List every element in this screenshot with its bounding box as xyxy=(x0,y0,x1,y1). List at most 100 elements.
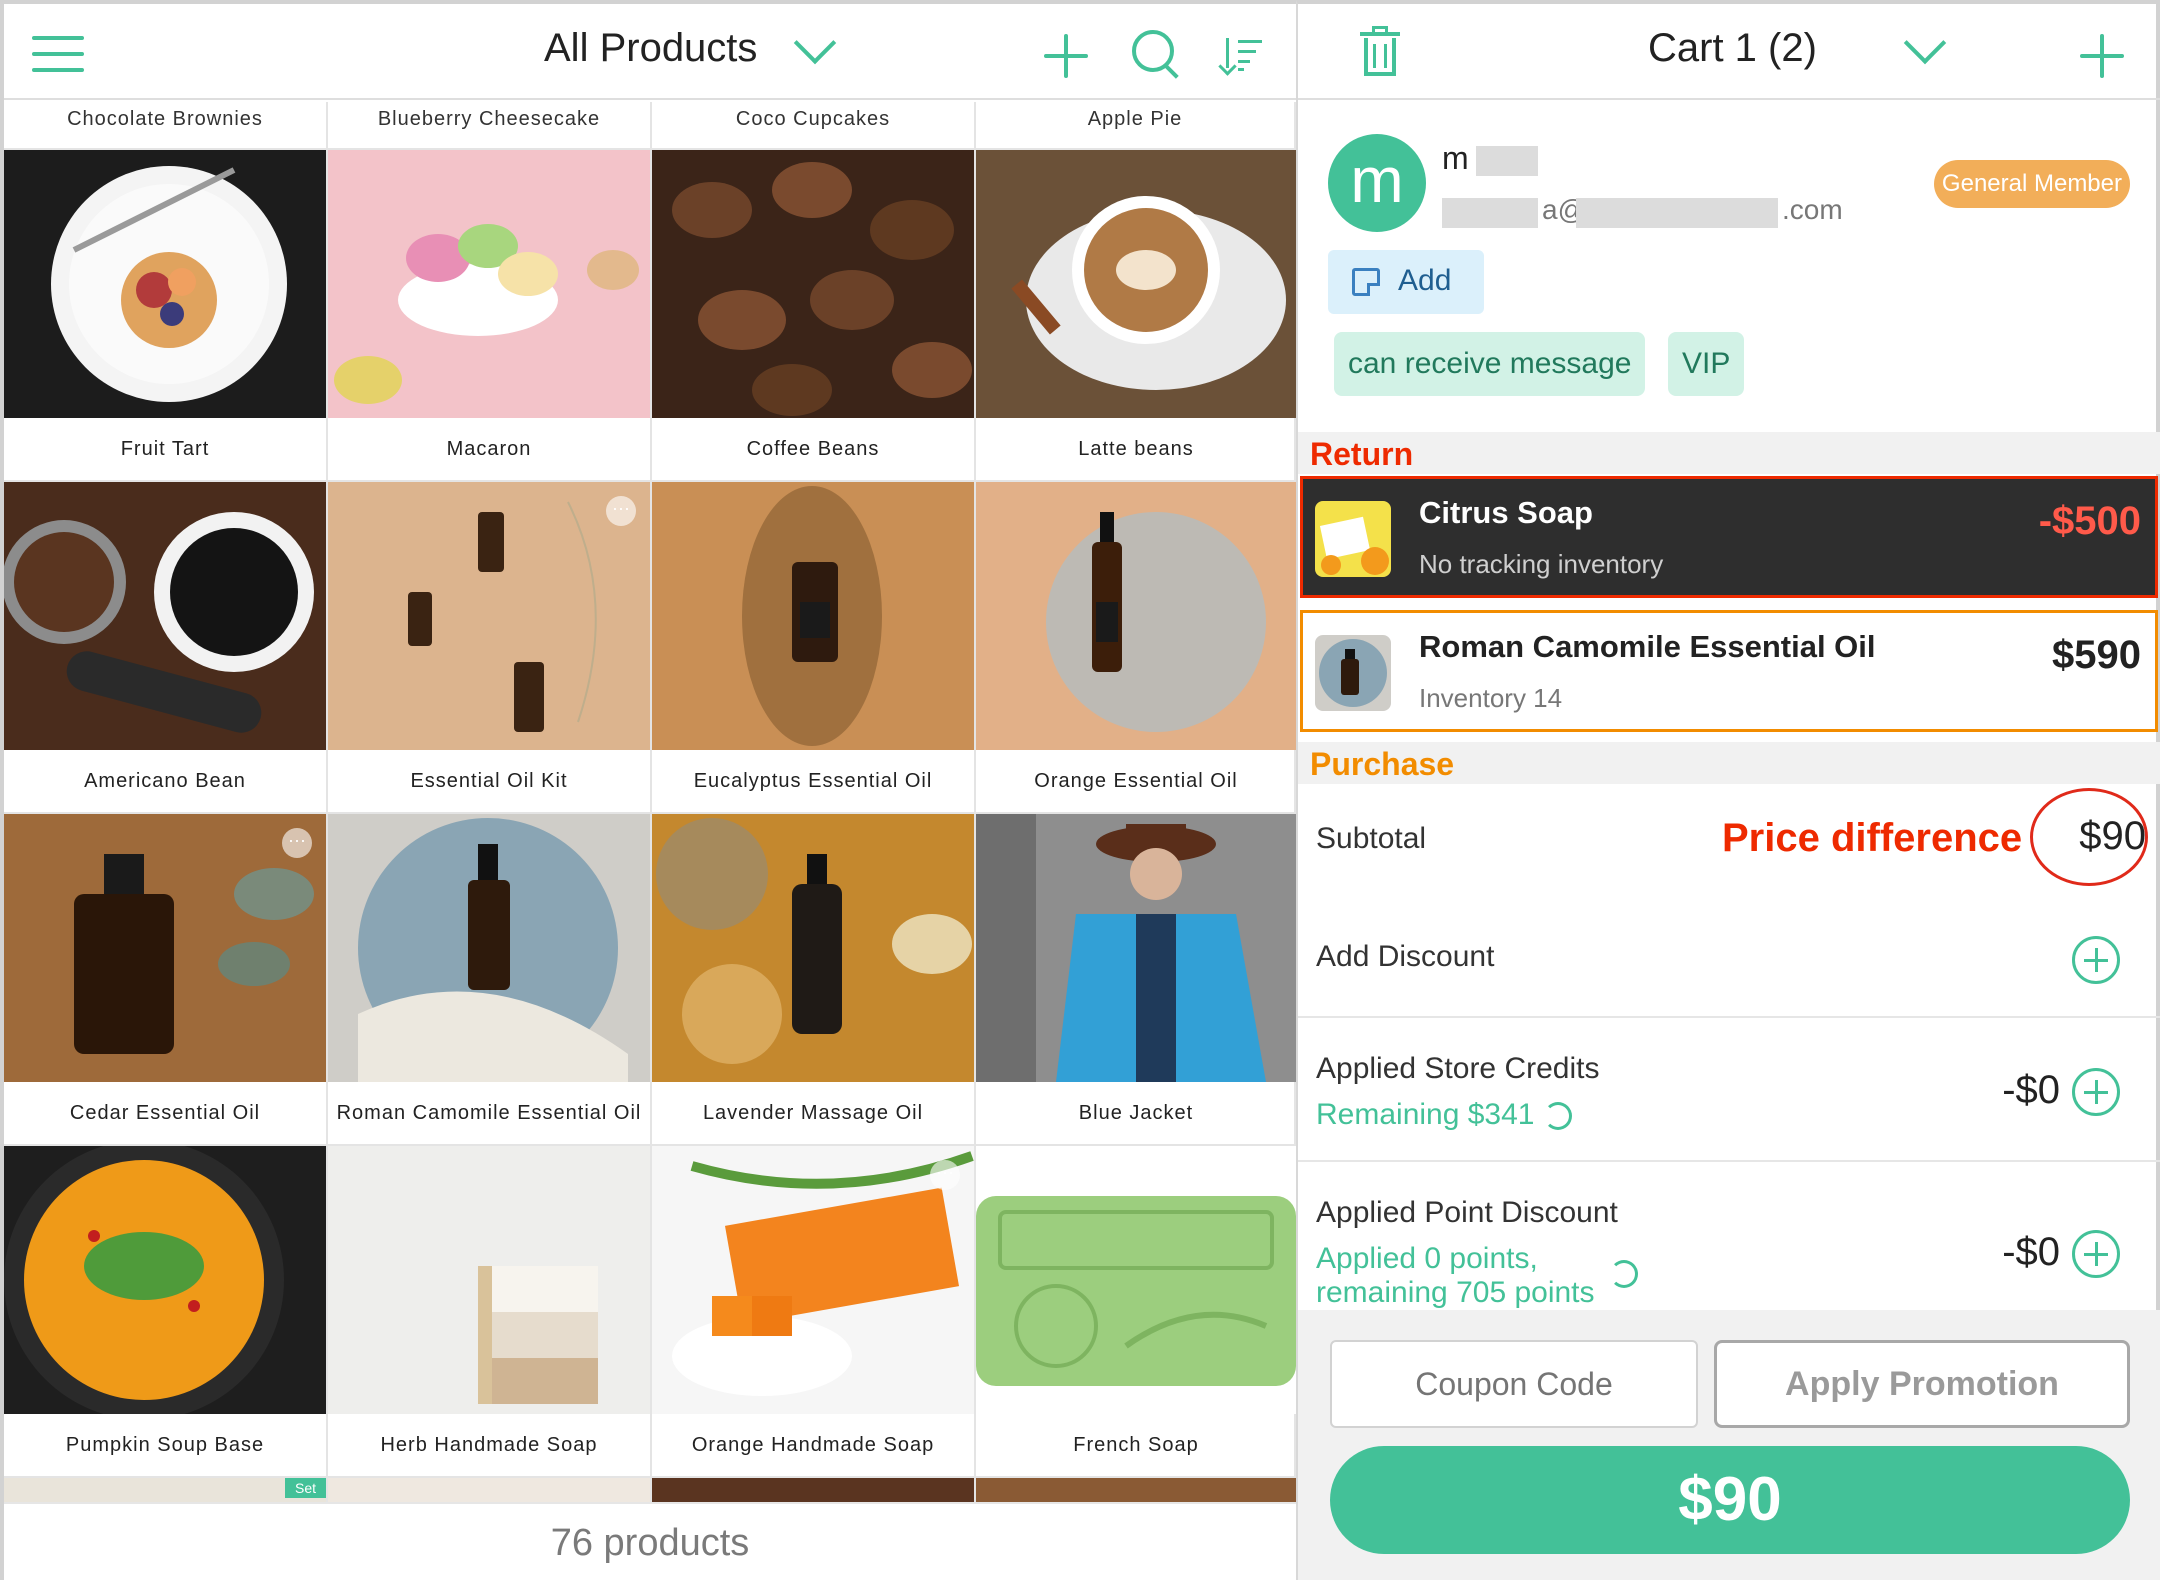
more-options-icon[interactable]: ··· xyxy=(606,496,636,526)
store-credit-label: Applied Store Credits xyxy=(1316,1052,1600,1085)
subtotal-row: Subtotal Price difference $90 xyxy=(1298,784,2160,898)
store-credit-value: -$0 xyxy=(2002,1068,2060,1112)
product-tile-french-soap[interactable]: ··· French Soap xyxy=(976,1146,1296,1478)
store-credit-remaining-text: Remaining $341 xyxy=(1316,1098,1535,1131)
product-tile-lavender-massage-oil[interactable]: Lavender Massage Oil xyxy=(652,814,976,1146)
product-image xyxy=(652,482,974,750)
product-tile-blue-jacket[interactable]: Blue Jacket xyxy=(976,814,1296,1146)
product-footer: 76 products xyxy=(4,1502,1296,1580)
chevron-down-icon[interactable] xyxy=(1902,34,1946,62)
product-tile-partial[interactable]: Set xyxy=(4,1478,328,1502)
product-tile-macaron[interactable]: Macaron xyxy=(328,150,652,482)
cart-title[interactable]: Cart 1 (2) xyxy=(1648,26,1817,71)
add-discount-icon[interactable] xyxy=(2072,936,2120,984)
customer-name: m xyxy=(1442,140,1469,176)
product-tile-roman-camomile-essential-oil[interactable]: Roman Camomile Essential Oil xyxy=(328,814,652,1146)
product-image xyxy=(976,814,1296,1082)
item-subtitle: No tracking inventory xyxy=(1419,549,1664,579)
point-discount-row[interactable]: Applied Point Discount Applied 0 points,… xyxy=(1298,1162,2160,1310)
cart-panel: Cart 1 (2) m m a@ .com General Member Ad… xyxy=(1296,0,2160,1580)
return-section-header: Return xyxy=(1298,432,2160,474)
product-image xyxy=(652,150,974,418)
add-point-discount-icon[interactable] xyxy=(2072,1230,2120,1278)
product-name: Essential Oil Kit xyxy=(410,770,568,792)
product-category-title[interactable]: All Products xyxy=(544,26,757,71)
product-image xyxy=(976,1478,1296,1502)
add-note-button[interactable]: Add xyxy=(1328,250,1484,314)
points-applied: Applied 0 points, xyxy=(1316,1242,1538,1275)
product-label[interactable]: Blueberry Cheesecake xyxy=(328,102,652,150)
customer-tag[interactable]: can receive message xyxy=(1334,332,1646,396)
trash-icon[interactable] xyxy=(1360,26,1400,76)
menu-icon[interactable] xyxy=(32,36,84,72)
product-image xyxy=(976,482,1296,750)
add-discount-row[interactable]: Add Discount xyxy=(1298,898,2160,1018)
purchase-section-header: Purchase xyxy=(1298,742,2160,784)
product-image xyxy=(328,150,650,418)
more-options-icon[interactable]: ··· xyxy=(282,828,312,858)
product-image xyxy=(4,1478,326,1502)
product-tile-eucalyptus-essential-oil[interactable]: Eucalyptus Essential Oil xyxy=(652,482,976,814)
product-tile-partial[interactable] xyxy=(652,1478,976,1502)
product-name: Macaron xyxy=(446,438,532,460)
purchase-item[interactable]: Roman Camomile Essential Oil Inventory 1… xyxy=(1300,610,2158,732)
checkout-total-button[interactable]: $90 xyxy=(1330,1446,2130,1554)
product-tile-coffee-beans[interactable]: Coffee Beans xyxy=(652,150,976,482)
product-image xyxy=(652,1478,974,1502)
product-image xyxy=(4,482,326,750)
product-tile-orange-handmade-soap[interactable]: ··· Orange Handmade Soap xyxy=(652,1146,976,1478)
sort-icon[interactable] xyxy=(1218,38,1264,76)
redacted-name xyxy=(1476,146,1538,176)
apply-promotion-button[interactable]: Apply Promotion xyxy=(1714,1340,2130,1428)
product-header: All Products xyxy=(4,4,1296,100)
add-product-icon[interactable] xyxy=(1044,34,1088,78)
search-icon[interactable] xyxy=(1132,30,1182,80)
add-cart-icon[interactable] xyxy=(2080,34,2124,78)
more-options-icon[interactable]: ··· xyxy=(930,1160,960,1190)
product-label[interactable]: Coco Cupcakes xyxy=(652,102,976,150)
more-options-icon[interactable]: ··· xyxy=(1250,1160,1280,1190)
product-image xyxy=(4,1146,326,1414)
product-label[interactable]: Chocolate Brownies xyxy=(4,102,328,150)
customer-tag[interactable]: VIP xyxy=(1668,332,1745,396)
purchase-label: Purchase xyxy=(1310,746,1455,782)
product-name: Blue Jacket xyxy=(1078,1102,1194,1124)
item-price: $590 xyxy=(2052,633,2141,677)
product-image xyxy=(328,482,650,750)
product-thumbnail xyxy=(1315,635,1391,711)
customer-card[interactable]: m m a@ .com General Member Add can recei… xyxy=(1298,100,2160,430)
product-name: French Soap xyxy=(1073,1434,1199,1456)
product-tile-partial[interactable] xyxy=(976,1478,1296,1502)
chevron-down-icon[interactable] xyxy=(792,34,836,62)
point-discount-value: -$0 xyxy=(2002,1230,2060,1274)
product-image xyxy=(652,814,974,1082)
coupon-code-input[interactable] xyxy=(1330,1340,1698,1428)
product-tile-americano-bean[interactable]: Americano Bean xyxy=(4,482,328,814)
product-tile-essential-oil-kit[interactable]: ··· Essential Oil Kit xyxy=(328,482,652,814)
add-note-label: Add xyxy=(1398,264,1452,297)
product-image xyxy=(328,1146,650,1414)
refresh-icon[interactable] xyxy=(1544,1102,1573,1131)
product-tile-orange-essential-oil[interactable]: Orange Essential Oil xyxy=(976,482,1296,814)
product-name: Lavender Massage Oil xyxy=(702,1102,924,1124)
note-icon xyxy=(1352,268,1380,296)
store-credit-row[interactable]: Applied Store Credits Remaining $341 -$0 xyxy=(1298,1018,2160,1162)
product-image xyxy=(328,1478,650,1502)
refresh-icon[interactable] xyxy=(1610,1260,1638,1288)
product-label[interactable]: Apple Pie xyxy=(976,102,1296,150)
product-name: Coffee Beans xyxy=(746,438,880,460)
product-name: Eucalyptus Essential Oil xyxy=(693,770,933,792)
product-tile-partial[interactable] xyxy=(328,1478,652,1502)
product-tile-herb-handmade-soap[interactable]: Herb Handmade Soap xyxy=(328,1146,652,1478)
product-image xyxy=(4,814,326,1082)
product-tile-latte-beans[interactable]: Latte beans xyxy=(976,150,1296,482)
add-store-credit-icon[interactable] xyxy=(2072,1068,2120,1116)
redacted-email-domain xyxy=(1576,198,1778,228)
points-remaining: remaining 705 points xyxy=(1316,1276,1595,1309)
return-item[interactable]: Citrus Soap No tracking inventory -$500 xyxy=(1300,476,2158,598)
product-tile-pumpkin-soup-base[interactable]: Pumpkin Soup Base xyxy=(4,1146,328,1478)
product-tile-cedar-essential-oil[interactable]: ··· Cedar Essential Oil xyxy=(4,814,328,1146)
product-tile-fruit-tart[interactable]: Fruit Tart xyxy=(4,150,328,482)
product-image xyxy=(976,1146,1296,1414)
product-name: Fruit Tart xyxy=(120,438,210,460)
